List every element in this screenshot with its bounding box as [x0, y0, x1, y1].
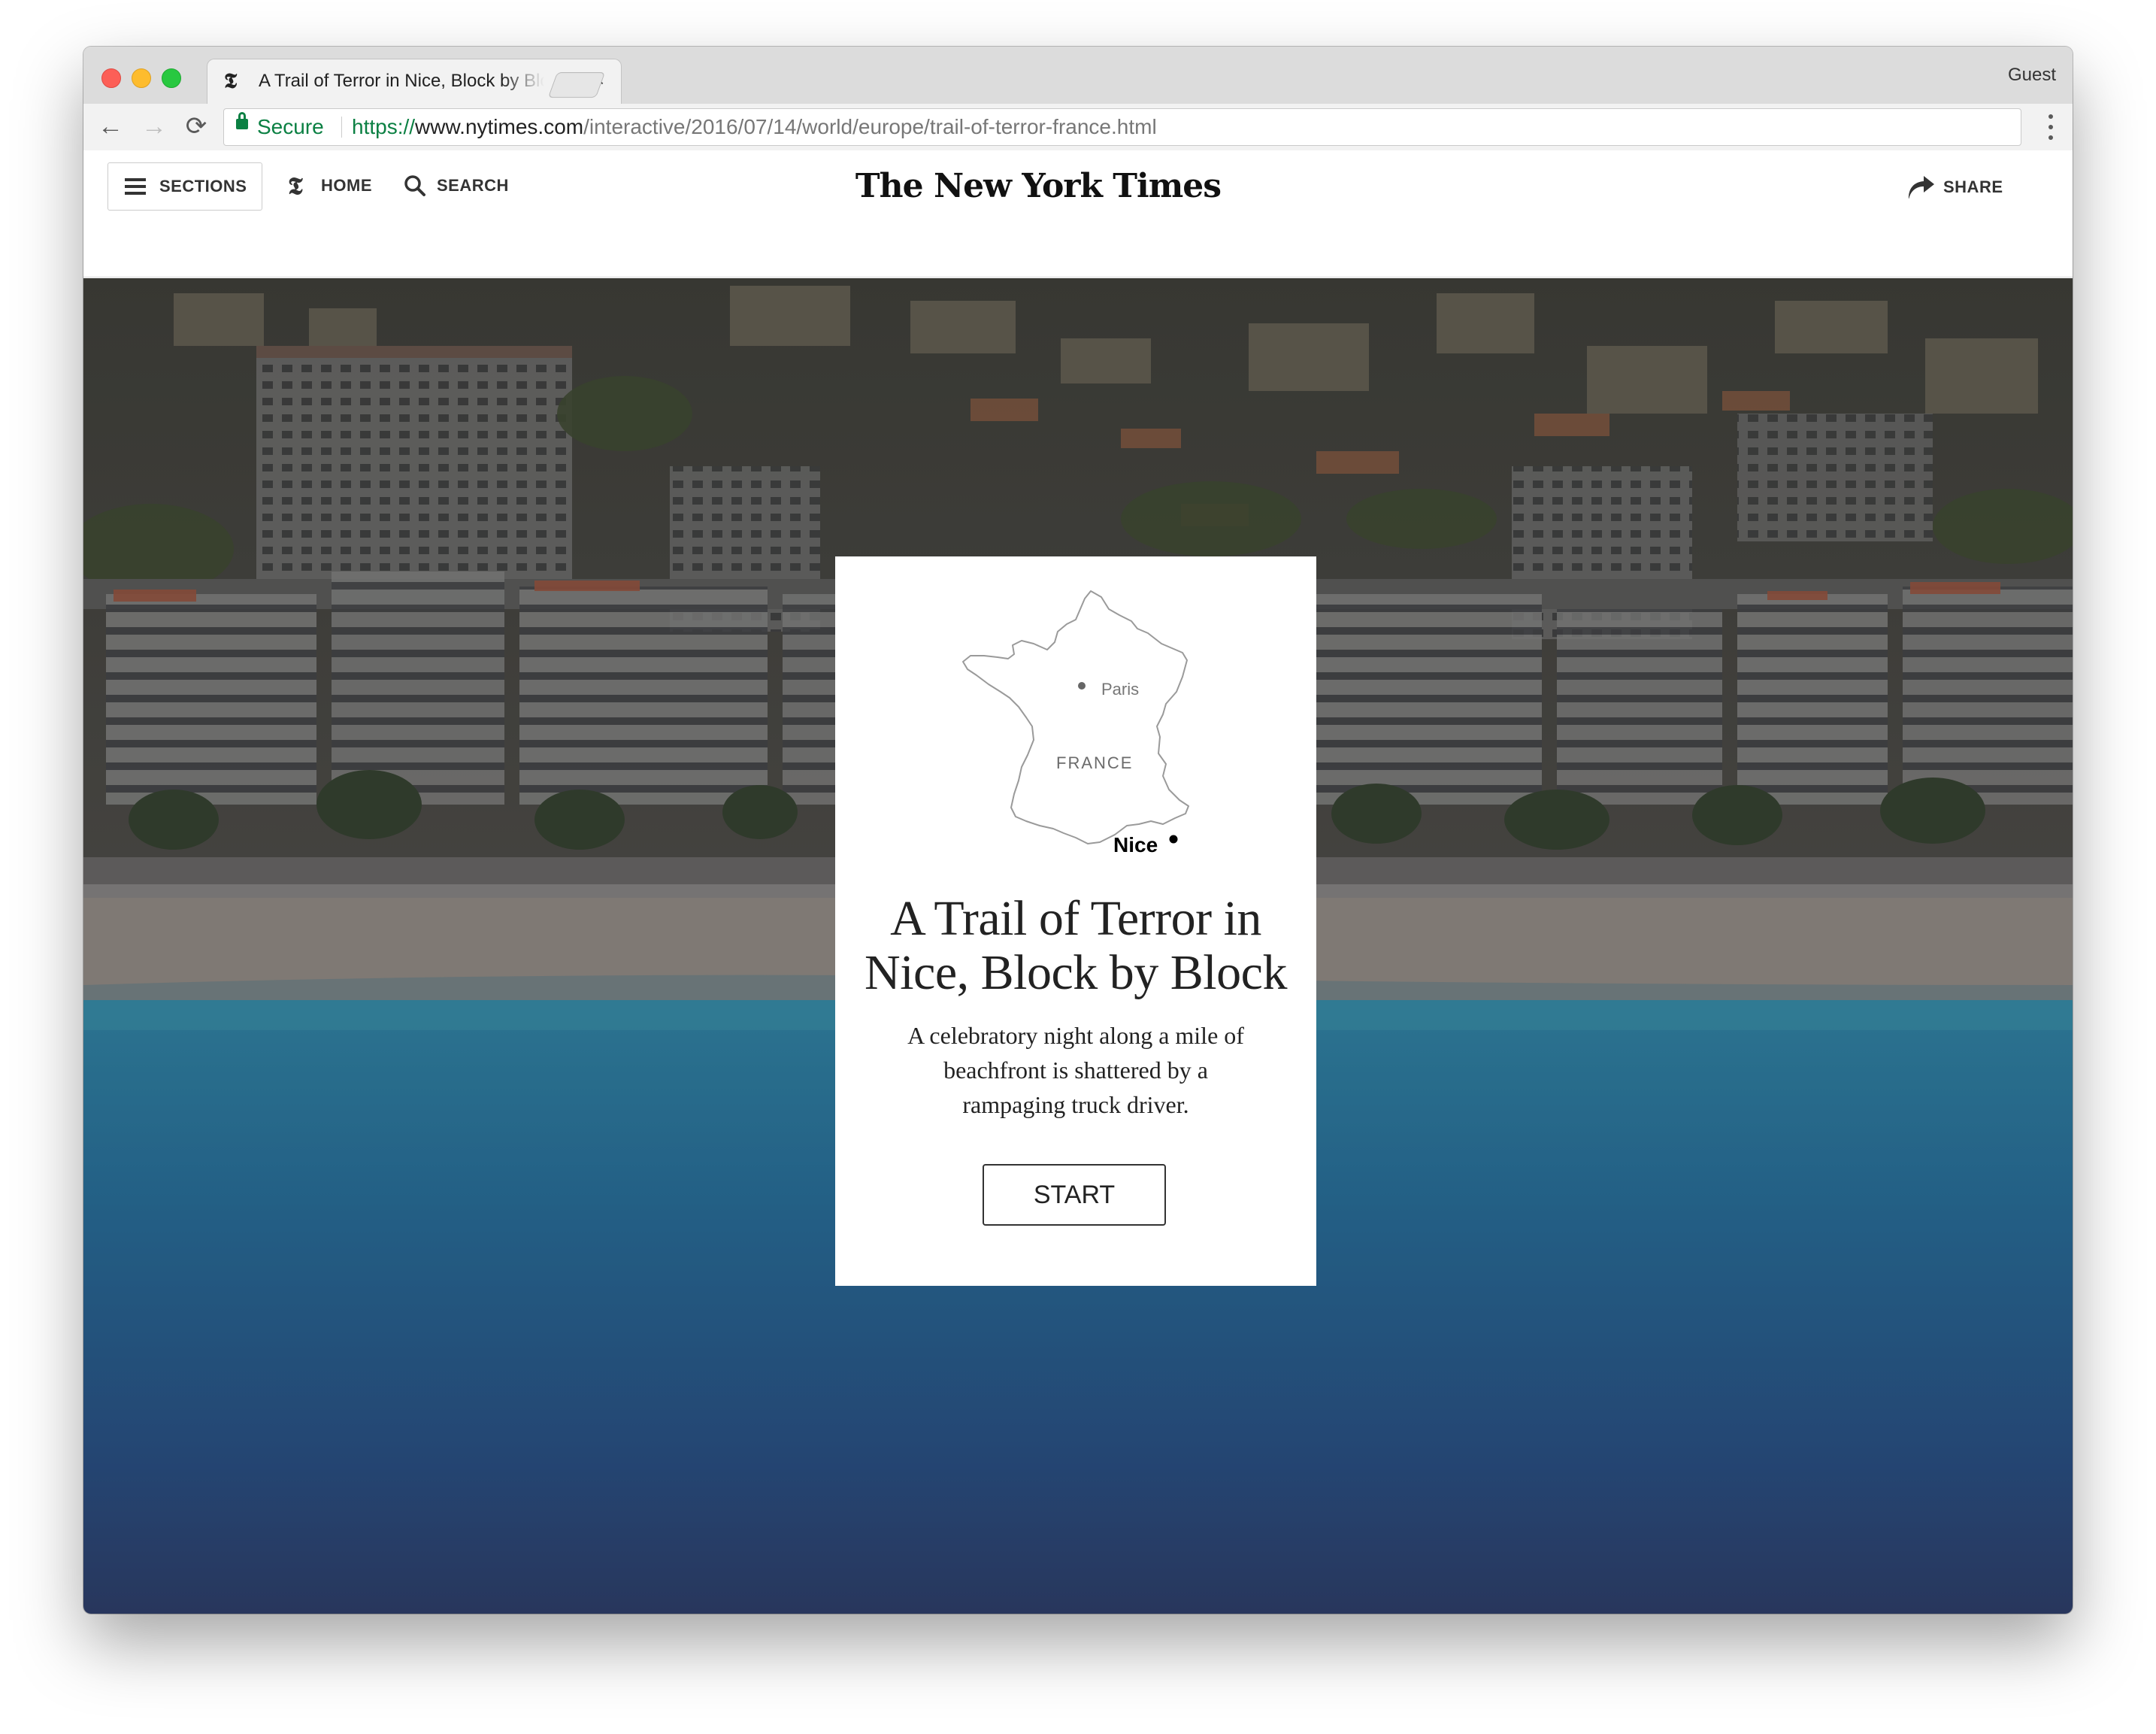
hero-image: Paris FRANCE Nice A Trail of Terror in N… — [83, 278, 2073, 1614]
minimize-window-button[interactable] — [132, 68, 151, 88]
maximize-window-button[interactable] — [162, 68, 181, 88]
hamburger-icon — [125, 178, 146, 195]
reload-icon[interactable]: ⟳ — [181, 111, 211, 141]
nyt-logo[interactable]: The New York Times — [850, 162, 1226, 211]
nyt-t-icon: 𝕿 — [288, 171, 303, 200]
back-arrow-icon[interactable]: ← — [95, 111, 126, 141]
story-summary: A celebratory night along a mile of beac… — [907, 1022, 1244, 1118]
tab-title: A Trail of Terror in Nice, Block by Bloc… — [259, 71, 544, 91]
url-text[interactable]: https://www.nytimes.com/interactive/2016… — [352, 116, 1157, 138]
share-label: SHARE — [1943, 177, 2003, 196]
nyt-favicon-icon: 𝕿 — [224, 68, 238, 93]
france-outline-icon — [962, 590, 1189, 844]
share-button[interactable]: SHARE — [1904, 162, 2009, 209]
browser-toolbar: ← → ⟳ Secure https://www.nytimes.com/int… — [83, 104, 2073, 151]
map-label-paris: Paris — [1101, 680, 1140, 699]
url-scheme: https:// — [352, 115, 416, 138]
map-label-france: FRANCE — [1056, 753, 1134, 772]
browser-window: 𝕿 A Trail of Terror in Nice, Block by Bl… — [83, 47, 2073, 1614]
browser-menu-icon[interactable] — [2049, 114, 2053, 140]
profile-label[interactable]: Guest — [2008, 65, 2056, 86]
secure-label: Secure — [257, 115, 324, 138]
story-headline: A Trail of Terror in Nice, Block by Bloc… — [865, 891, 1287, 1000]
url-host: www.nytimes.com — [415, 115, 584, 138]
start-button[interactable]: START — [983, 1164, 1166, 1226]
new-tab-button[interactable] — [547, 72, 606, 98]
lock-icon — [236, 112, 248, 129]
share-arrow-icon — [1908, 176, 1934, 199]
masthead: SECTIONS 𝕿 HOME SEARCH The New York Time… — [83, 150, 2073, 277]
home-label: HOME — [321, 176, 372, 195]
url-divider — [341, 117, 342, 138]
forward-arrow-icon[interactable]: → — [139, 111, 169, 141]
sections-label: SECTIONS — [159, 177, 247, 196]
map-label-nice: Nice — [1113, 833, 1158, 856]
url-path: /interactive/2016/07/14/world/europe/tra… — [583, 115, 1157, 138]
web-page: SECTIONS 𝕿 HOME SEARCH The New York Time… — [83, 150, 2073, 1614]
intro-card: Paris FRANCE Nice A Trail of Terror in N… — [835, 556, 1316, 1286]
home-button[interactable]: 𝕿 HOME — [288, 162, 372, 209]
search-label: SEARCH — [437, 176, 509, 195]
search-button[interactable]: SEARCH — [402, 162, 509, 209]
search-icon — [404, 175, 425, 196]
france-locator-map: Paris FRANCE Nice — [940, 587, 1219, 856]
tab-strip: 𝕿 A Trail of Terror in Nice, Block by Bl… — [83, 47, 2073, 105]
sections-button[interactable]: SECTIONS — [107, 162, 262, 211]
close-window-button[interactable] — [101, 68, 121, 88]
address-bar[interactable]: Secure https://www.nytimes.com/interacti… — [223, 108, 2021, 146]
